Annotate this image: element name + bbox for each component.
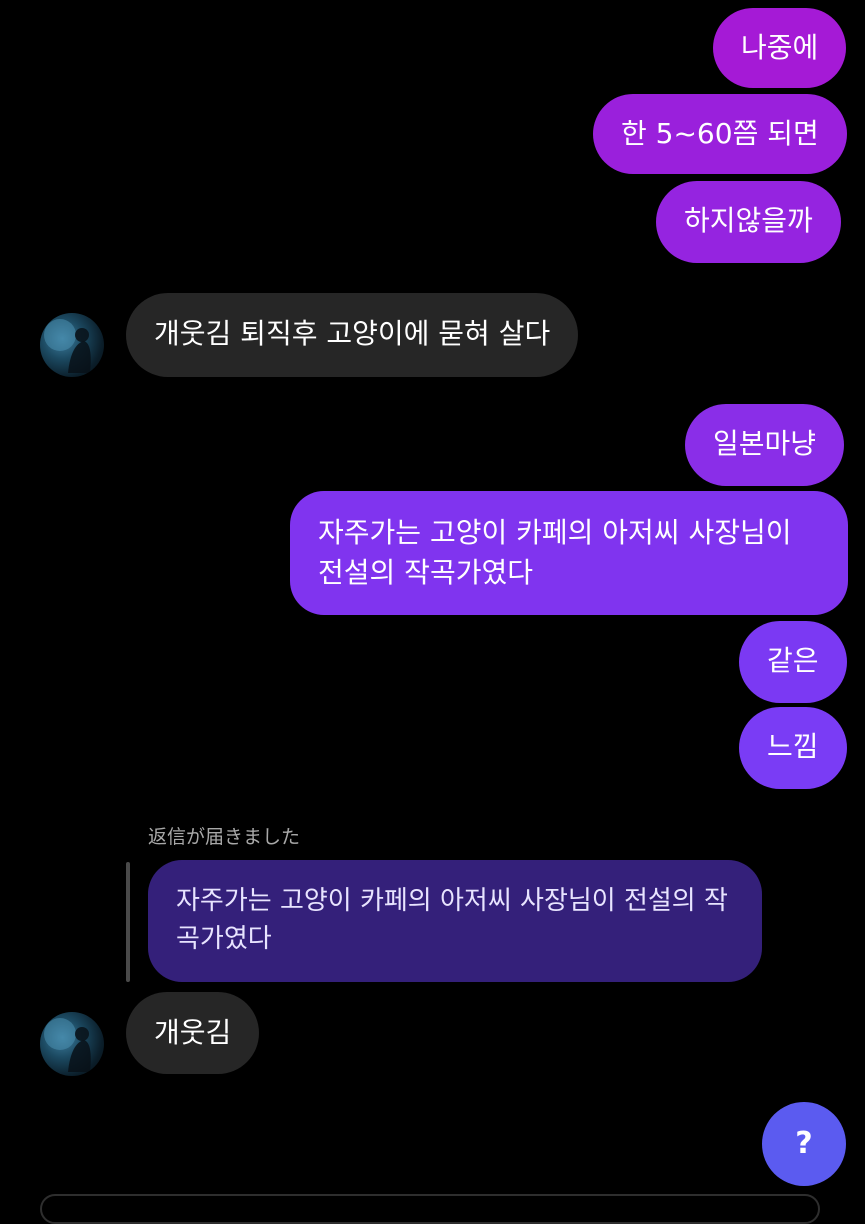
reply-label: 返信が届きました [148, 826, 301, 848]
outgoing-message[interactable]: 일본마냥 [685, 404, 845, 486]
outgoing-message[interactable]: 같은 [739, 621, 847, 703]
help-button[interactable]: ? [762, 1102, 846, 1186]
outgoing-message[interactable]: 자주가는 고양이 카페의 아저씨 사장님이 전설의 작곡가였다 [290, 491, 848, 615]
outgoing-message[interactable]: 한 5~60쯤 되면 [593, 94, 847, 174]
avatar-image-icon [44, 1018, 91, 1072]
message-text: 나중에 [741, 31, 819, 64]
quoted-message[interactable]: 자주가는 고양이 카페의 아저씨 사장님이 전설의 작곡가였다 [148, 860, 762, 982]
message-text: 느낌 [767, 730, 819, 763]
message-text: 자주가는 고양이 카페의 아저씨 사장님이 전설의 작곡가였다 [318, 516, 792, 589]
message-text: 하지않을까 [684, 204, 813, 237]
quoted-text: 자주가는 고양이 카페의 아저씨 사장님이 전설의 작곡가였다 [176, 886, 728, 954]
message-text: 개웃김 [154, 1016, 232, 1049]
incoming-message[interactable]: 개웃김 퇴직후 고양이에 묻혀 살다 [126, 293, 579, 377]
message-text: 한 5~60쯤 되면 [621, 117, 819, 150]
reply-indicator-bar [126, 862, 130, 982]
avatar-image-icon [44, 319, 91, 373]
sender-avatar[interactable] [40, 313, 104, 377]
question-mark-icon: ? [795, 1126, 813, 1161]
sender-avatar[interactable] [40, 1012, 104, 1076]
message-text: 개웃김 퇴직후 고양이에 묻혀 살다 [154, 317, 551, 350]
outgoing-message[interactable]: 하지않을까 [656, 181, 841, 263]
outgoing-message[interactable]: 나중에 [713, 8, 847, 88]
outgoing-message[interactable]: 느낌 [739, 707, 847, 789]
message-composer[interactable] [40, 1194, 820, 1224]
message-text: 같은 [767, 644, 819, 677]
incoming-message[interactable]: 개웃김 [126, 992, 260, 1074]
message-text: 일본마냥 [713, 427, 817, 460]
